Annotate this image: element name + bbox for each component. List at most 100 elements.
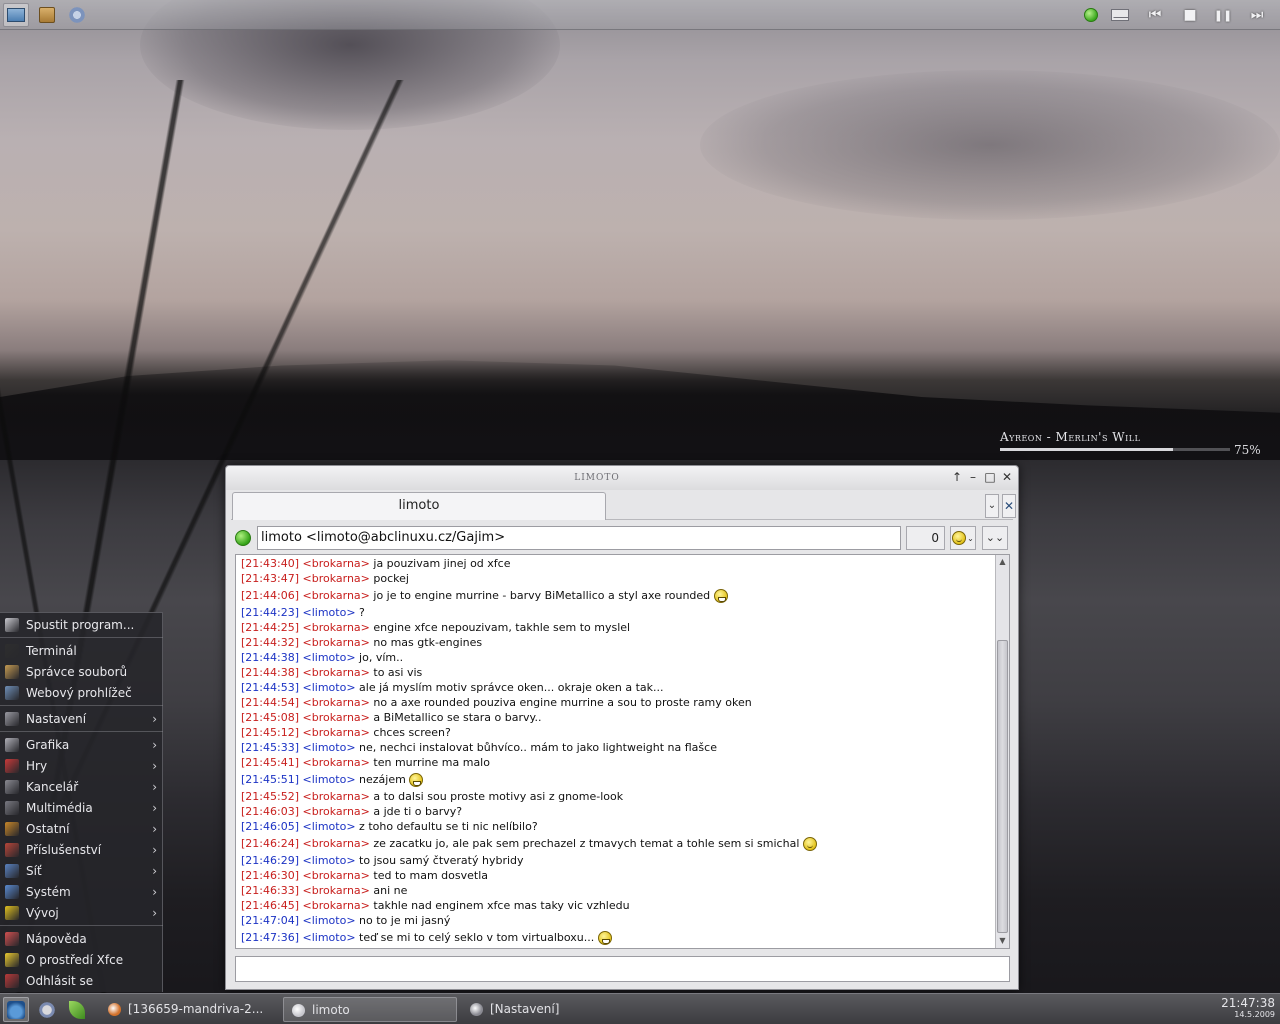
menu-item-network[interactable]: Síť › (0, 861, 163, 881)
taskbar-task[interactable]: [136659-mandriva-2... (100, 997, 278, 1022)
paw-launcher[interactable] (34, 997, 60, 1022)
message-timestamp: [21:45:33] (241, 741, 299, 754)
menu-item-help[interactable]: Nápověda (0, 929, 163, 949)
multimedia-icon (5, 801, 19, 815)
message-timestamp: [21:46:30] (241, 869, 299, 882)
submenu-arrow-icon: › (152, 759, 157, 773)
status-tray-button[interactable] (1078, 3, 1104, 27)
mail-tray-button[interactable] (1107, 3, 1133, 27)
menu-item-terminal[interactable]: Terminál (0, 641, 163, 661)
scrollbar-thumb[interactable] (997, 640, 1008, 933)
help-icon (5, 932, 19, 946)
message-input[interactable] (235, 956, 1010, 982)
message-nick: <brokarna> (302, 589, 370, 602)
menu-item-multimedia[interactable]: Multimédia › (0, 798, 163, 818)
applications-menu-button[interactable] (3, 997, 29, 1022)
stop-icon: ■ (1183, 7, 1197, 23)
message-nick: <brokarna> (302, 756, 370, 769)
menu-item-logout[interactable]: Odhlásit se (0, 971, 163, 991)
menu-item-other[interactable]: Ostatní › (0, 819, 163, 839)
emoticons-button[interactable]: ⌄ (950, 526, 976, 550)
logout-icon (5, 974, 19, 988)
media-stop-button[interactable]: ■ (1177, 3, 1203, 27)
window-maximize-button[interactable]: □ (983, 470, 997, 484)
message-nick: <limoto> (302, 606, 356, 619)
message-nick: <brokarna> (302, 711, 370, 724)
submenu-arrow-icon: › (152, 780, 157, 794)
message-timestamp: [21:44:25] (241, 621, 299, 634)
conversation-lines: [21:43:40] <brokarna> ja pouzivam jinej … (241, 556, 989, 947)
scroll-up-icon[interactable]: ▲ (996, 555, 1009, 569)
chat-message: [21:44:32] <brokarna> no mas gtk-engines (241, 635, 989, 650)
message-text: a BiMetallico se stara o barvy.. (373, 711, 542, 724)
menu-item-label: Hry (26, 759, 48, 773)
menu-item-label: Nápověda (26, 932, 87, 946)
chat-message: [21:45:51] <limoto> nezájem (241, 770, 989, 789)
message-text: no mas gtk-engines (373, 636, 483, 649)
message-nick: <brokarna> (302, 899, 370, 912)
message-text: ale já myslím motiv správce oken... okra… (359, 681, 664, 694)
chat-message: [21:46:45] <brokarna> takhle nad enginem… (241, 898, 989, 913)
tab-list-dropdown[interactable]: ⌄ (985, 494, 999, 518)
message-nick: <brokarna> (302, 557, 370, 570)
message-nick: <limoto> (302, 854, 356, 867)
message-nick: <brokarna> (302, 837, 370, 850)
message-timestamp: [21:44:54] (241, 696, 299, 709)
menu-item-accessories[interactable]: Příslušenství › (0, 840, 163, 860)
menu-separator (0, 705, 163, 706)
menu-item-graphics[interactable]: Grafika › (0, 735, 163, 755)
window-shade-button[interactable]: ↑ (950, 470, 964, 484)
taskbar-task[interactable]: [Nastavení] (462, 997, 638, 1022)
chat-message: [21:45:12] <brokarna> chces screen? (241, 725, 989, 740)
leaf-launcher[interactable] (64, 997, 90, 1022)
window-minimize-button[interactable]: – (966, 470, 980, 484)
media-pause-button[interactable]: ❚❚ (1210, 3, 1236, 27)
conversation-log[interactable]: [21:43:40] <brokarna> ja pouzivam jinej … (235, 554, 1010, 949)
message-text: no to je mi jasný (359, 914, 451, 927)
menu-item-about-xfce[interactable]: O prostředí Xfce (0, 950, 163, 970)
submenu-arrow-icon: › (152, 822, 157, 836)
submenu-arrow-icon: › (152, 801, 157, 815)
window-titlebar[interactable]: limoto ↑ – □ ✕ (226, 466, 1018, 490)
message-text: engine xfce nepouzivam, takhle sem to my… (373, 621, 631, 634)
applications-menu: Spustit program... Terminál Správce soubor… (0, 612, 163, 992)
chat-message: [21:45:08] <brokarna> a BiMetallico se s… (241, 710, 989, 725)
chat-actions-menu-button[interactable]: ⌄⌄ (982, 526, 1008, 550)
games-icon (5, 759, 19, 773)
system-icon (5, 885, 19, 899)
clock[interactable]: 21:47:38 14.5.2009 (1221, 996, 1275, 1020)
web-browser-icon (5, 686, 19, 700)
message-text: a to dalsi sou proste motivy asi z gnome… (373, 790, 624, 803)
tab-close-button[interactable]: ✕ (1002, 494, 1016, 518)
menu-item-label: Ostatní (26, 822, 70, 836)
menu-item-development[interactable]: Vývoj › (0, 903, 163, 923)
menu-item-web-browser[interactable]: Webový prohlížeč (0, 683, 163, 703)
message-nick: <limoto> (302, 681, 356, 694)
message-text: jo je to engine murrine - barvy BiMetall… (373, 589, 711, 602)
menu-item-label: Odhlásit se (26, 974, 94, 988)
file-manager-launcher[interactable] (34, 3, 60, 27)
menu-item-settings[interactable]: Nastavení › (0, 709, 163, 729)
scroll-down-icon[interactable]: ▼ (996, 934, 1009, 948)
message-timestamp: [21:46:45] (241, 899, 299, 912)
media-next-button[interactable]: ⏭ (1244, 3, 1270, 27)
menu-item-label: O prostředí Xfce (26, 953, 124, 967)
firefox-icon (108, 1003, 121, 1016)
taskbar-task[interactable]: limoto (283, 997, 457, 1022)
media-prev-button[interactable]: ⏮ (1142, 3, 1168, 27)
conversation-scrollbar[interactable]: ▲ ▼ (995, 555, 1009, 948)
tab-limoto[interactable]: limoto (232, 492, 606, 520)
menu-item-run[interactable]: Spustit program... (0, 615, 163, 635)
window-close-button[interactable]: ✕ (1000, 470, 1014, 484)
menu-item-games[interactable]: Hry › (0, 756, 163, 776)
show-desktop-button[interactable] (3, 3, 29, 27)
menu-item-office[interactable]: Kancelář › (0, 777, 163, 797)
chat-message: [21:46:29] <limoto> to jsou samý čtverat… (241, 853, 989, 868)
chat-message: [21:46:33] <brokarna> ani ne (241, 883, 989, 898)
menu-item-file-manager[interactable]: Správce souborů (0, 662, 163, 682)
settings-launcher[interactable] (64, 3, 90, 27)
message-text: jo, vím.. (359, 651, 404, 664)
menu-item-system[interactable]: Systém › (0, 882, 163, 902)
menu-item-label: Správce souborů (26, 665, 128, 679)
chat-message: [21:45:52] <brokarna> a to dalsi sou pro… (241, 789, 989, 804)
